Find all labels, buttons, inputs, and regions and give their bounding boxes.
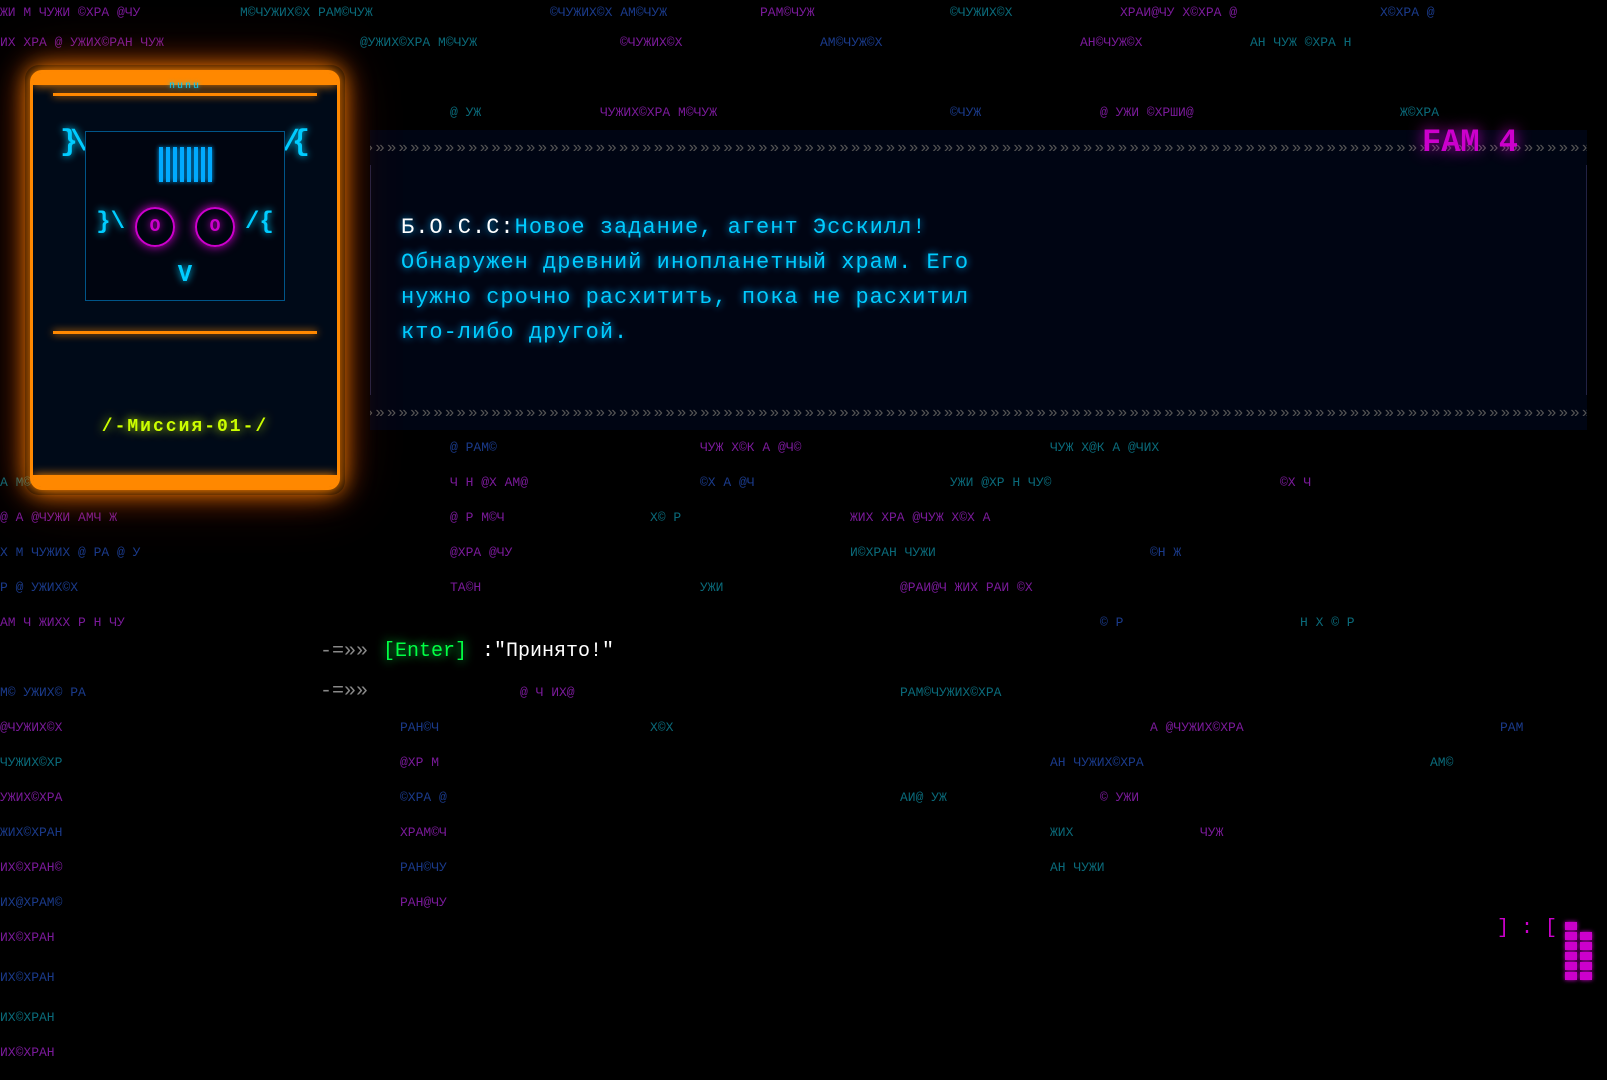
- arrows-bottom-text: »»»»»»»»»»»»»»»»»»»»»»»»»»»»»»»»»»»»»»»»…: [370, 404, 1587, 422]
- vbar-seg: [1565, 972, 1577, 980]
- line5: [187, 147, 191, 182]
- vbar-seg: [1580, 942, 1592, 950]
- robot-eyes: O O: [135, 207, 235, 247]
- line2: [166, 147, 170, 182]
- mission-label: /-Миссия-01-/: [102, 417, 268, 437]
- vbar-seg: [1565, 932, 1577, 940]
- response-text: :"Принято!": [482, 640, 614, 663]
- arrow-prompt-2: -=»»: [320, 680, 368, 703]
- antenna-area: nunu: [169, 81, 201, 92]
- vbar-seg: [1580, 972, 1592, 980]
- vertical-bars: [1565, 922, 1592, 980]
- vbar-seg: [1565, 952, 1577, 960]
- head-outer: } \ / {: [65, 116, 305, 316]
- device-bottom-decoration: [33, 326, 337, 334]
- line1: [159, 147, 163, 182]
- boss-prefix: Б.О.С.С:: [401, 215, 515, 240]
- vbar-seg: [1580, 952, 1592, 960]
- robot-inner-face: }\ O O /{: [85, 131, 285, 301]
- corner-colon-bracket: ] : [: [1497, 917, 1557, 940]
- vbar-seg: [1565, 962, 1577, 970]
- left-bracket-inner: }\: [96, 209, 125, 236]
- device-bottom-bar: [33, 475, 337, 487]
- device-side-right: [337, 85, 340, 475]
- line6: [194, 147, 198, 182]
- input-area-2: -=»»: [320, 680, 368, 703]
- right-bracket-inner: /{: [245, 209, 274, 236]
- arrow-prompt-1: -=»»: [320, 640, 368, 663]
- vbar-seg: [1580, 932, 1592, 940]
- message-box: Б.О.С.С:Новое задание, агент Эсскилл!Обн…: [370, 165, 1587, 395]
- main-content: nunu } \ / {: [0, 0, 1607, 1080]
- line8: [208, 147, 212, 182]
- line7: [201, 147, 205, 182]
- vbar-2: [1580, 932, 1592, 980]
- arrows-top: »»»»»»»»»»»»»»»»»»»»»»»»»»»»»»»»»»»»»»»»…: [370, 130, 1587, 165]
- arrows-top-text: »»»»»»»»»»»»»»»»»»»»»»»»»»»»»»»»»»»»»»»»…: [370, 139, 1587, 157]
- vbar-1: [1565, 922, 1577, 980]
- robot-chin: V: [178, 262, 192, 289]
- device-side-left: [30, 85, 33, 475]
- line3: [173, 147, 177, 182]
- right-outer-bracket: {: [292, 126, 310, 160]
- arrows-bottom: »»»»»»»»»»»»»»»»»»»»»»»»»»»»»»»»»»»»»»»»…: [370, 395, 1587, 430]
- antenna-text: nunu: [169, 81, 201, 92]
- message-text: Б.О.С.С:Новое задание, агент Эсскилл!Обн…: [401, 210, 969, 351]
- input-area-1[interactable]: -=»» [Enter] :"Принято!": [320, 640, 614, 663]
- vbar-seg: [1565, 922, 1577, 930]
- robot-eye-right: O: [195, 207, 235, 247]
- robot-face-area: nunu } \ / {: [33, 96, 337, 326]
- bottom-orange-line: [53, 331, 317, 334]
- enter-key-display[interactable]: [Enter]: [383, 640, 467, 663]
- robot-device: nunu } \ / {: [30, 70, 340, 490]
- vbar-seg: [1565, 942, 1577, 950]
- robot-middle-row: }\ O O /{: [96, 197, 274, 247]
- robot-eye-left: O: [135, 207, 175, 247]
- line4: [180, 147, 184, 182]
- fam4-label: FAM 4: [1422, 124, 1518, 161]
- robot-top-lines: [159, 147, 212, 182]
- vbar-seg: [1580, 962, 1592, 970]
